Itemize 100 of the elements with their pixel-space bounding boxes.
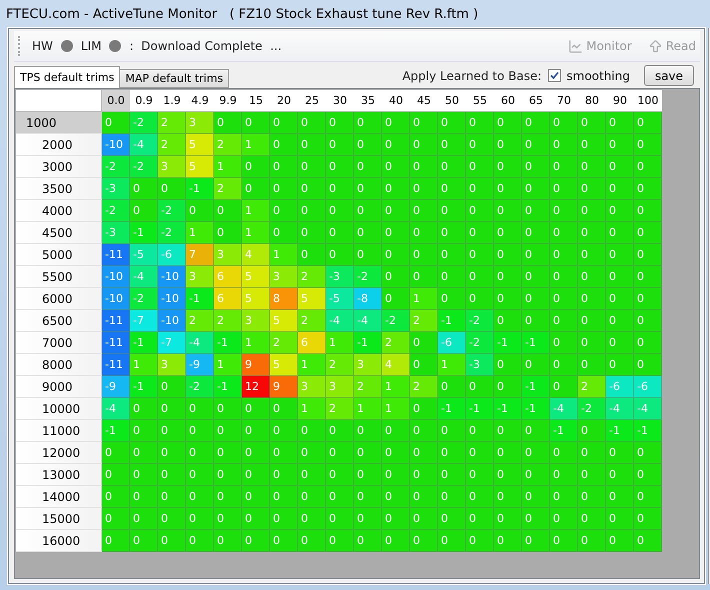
row-header[interactable]: 5000 [16, 244, 102, 266]
table-cell: 0 [438, 156, 466, 178]
table-cell: -6 [158, 244, 186, 266]
table-cell: -6 [606, 376, 634, 398]
row-header[interactable]: 9000 [16, 376, 102, 398]
table-cell: -4 [130, 266, 158, 288]
row-header[interactable]: 5500 [16, 266, 102, 288]
table-cell: -2 [186, 376, 214, 398]
column-header[interactable]: 100 [634, 90, 662, 112]
row-header[interactable]: 4500 [16, 222, 102, 244]
table-cell: 0 [550, 486, 578, 508]
row-header[interactable]: 4000 [16, 200, 102, 222]
table-cell: 0 [550, 156, 578, 178]
table-cell: 0 [102, 486, 130, 508]
row-header[interactable]: 1000 [16, 112, 102, 134]
table-cell: 3 [270, 266, 298, 288]
table-cell: 0 [606, 354, 634, 376]
table-cell: 9 [242, 354, 270, 376]
table-cell: -2 [578, 398, 606, 420]
table-cell: -2 [102, 156, 130, 178]
table-cell: 0 [242, 464, 270, 486]
column-header[interactable]: 9.9 [214, 90, 242, 112]
table-cell: 0 [550, 134, 578, 156]
row-header[interactable]: 15000 [16, 508, 102, 530]
column-header[interactable]: 45 [410, 90, 438, 112]
table-cell: 0 [270, 464, 298, 486]
tab[interactable]: MAP default trims [119, 69, 230, 88]
column-header[interactable]: 90 [606, 90, 634, 112]
row-header[interactable]: 3500 [16, 178, 102, 200]
column-header[interactable]: 0.0 [102, 90, 130, 112]
table-cell: 0 [102, 530, 130, 552]
table-cell: 2 [382, 332, 410, 354]
table-cell: 0 [494, 310, 522, 332]
table-cell: 0 [494, 486, 522, 508]
table-cell: 2 [214, 178, 242, 200]
table-cell: -4 [634, 398, 662, 420]
table-cell: 0 [550, 442, 578, 464]
row-header[interactable]: 14000 [16, 486, 102, 508]
table-cell: 0 [438, 288, 466, 310]
table-cell: 0 [158, 464, 186, 486]
table-cell: 0 [410, 200, 438, 222]
table-cell: 0 [578, 332, 606, 354]
column-header[interactable]: 50 [438, 90, 466, 112]
column-header[interactable]: 4.9 [186, 90, 214, 112]
table-cell: 0 [494, 200, 522, 222]
table-cell: 5 [270, 310, 298, 332]
row-header[interactable]: 16000 [16, 530, 102, 552]
table-cell: -2 [354, 266, 382, 288]
table-cell: 0 [130, 464, 158, 486]
column-header[interactable]: 40 [382, 90, 410, 112]
table-cell: 0 [270, 156, 298, 178]
column-header[interactable]: 30 [326, 90, 354, 112]
table-cell: -4 [326, 310, 354, 332]
row-header[interactable]: 2000 [16, 134, 102, 156]
table-cell: -1 [550, 420, 578, 442]
row-header[interactable]: 3000 [16, 156, 102, 178]
chart-icon [568, 38, 584, 54]
table-cell: 0 [606, 332, 634, 354]
table-cell: 1 [214, 354, 242, 376]
table-cell: 5 [186, 156, 214, 178]
smoothing-checkbox[interactable] [548, 69, 560, 82]
table-cell: 0 [494, 178, 522, 200]
table-cell: -11 [102, 244, 130, 266]
table-cell: 0 [214, 398, 242, 420]
table-cell: 0 [382, 420, 410, 442]
tab[interactable]: TPS default trims [14, 66, 120, 88]
table-cell: 0 [186, 420, 214, 442]
table-cell: -2 [130, 156, 158, 178]
column-header[interactable]: 15 [242, 90, 270, 112]
table-cell: 0 [186, 442, 214, 464]
column-header[interactable]: 35 [354, 90, 382, 112]
toolbar-grip[interactable] [18, 36, 22, 56]
table-cell: 2 [326, 398, 354, 420]
column-header[interactable]: 60 [494, 90, 522, 112]
column-header[interactable]: 25 [298, 90, 326, 112]
table-cell: 0 [410, 332, 438, 354]
row-header[interactable]: 13000 [16, 464, 102, 486]
row-header[interactable]: 12000 [16, 442, 102, 464]
row-header[interactable]: 10000 [16, 398, 102, 420]
table-cell: 0 [214, 222, 242, 244]
table-cell: 0 [494, 266, 522, 288]
column-header[interactable]: 20 [270, 90, 298, 112]
table-cell: 0 [466, 112, 494, 134]
column-header[interactable]: 70 [550, 90, 578, 112]
table-cell: 0 [494, 222, 522, 244]
row-header[interactable]: 6500 [16, 310, 102, 332]
column-header[interactable]: 65 [522, 90, 550, 112]
row-header[interactable]: 8000 [16, 354, 102, 376]
column-header[interactable]: 1.9 [158, 90, 186, 112]
column-header[interactable]: 0.9 [130, 90, 158, 112]
save-button[interactable]: save [644, 65, 694, 86]
column-header[interactable]: 55 [466, 90, 494, 112]
table-cell: 0 [550, 376, 578, 398]
table-cell: 0 [270, 508, 298, 530]
column-header[interactable]: 80 [578, 90, 606, 112]
row-header[interactable]: 7000 [16, 332, 102, 354]
row-header[interactable]: 6000 [16, 288, 102, 310]
table-cell: 0 [466, 420, 494, 442]
row-header[interactable]: 11000 [16, 420, 102, 442]
table-cell: -4 [550, 398, 578, 420]
